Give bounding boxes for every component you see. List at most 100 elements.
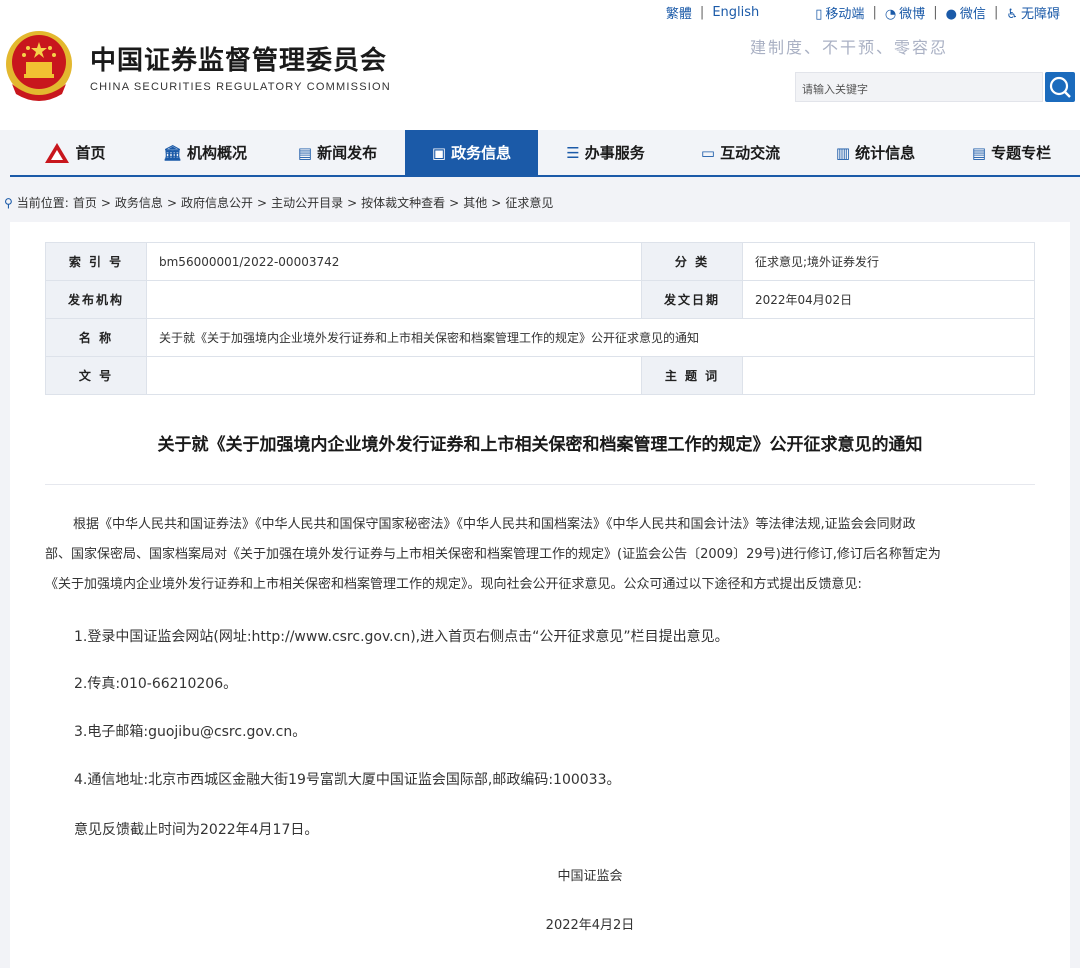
meta-label: 索 引 号 bbox=[45, 242, 147, 281]
nav-label: 政务信息 bbox=[451, 144, 512, 162]
nav-gov-info[interactable]: ▣ 政务信息 bbox=[405, 130, 538, 175]
english-link[interactable]: English bbox=[712, 5, 759, 20]
feedback-item: 1.登录中国证监会网站(网址:http://www.csrc.gov.cn),进… bbox=[74, 629, 729, 645]
meta-value: 征求意见;境外证券发行 bbox=[742, 242, 1035, 281]
news-icon: ▤ bbox=[297, 143, 313, 162]
meta-label: 名 称 bbox=[45, 318, 147, 357]
intro-line: 《关于加强境内企业境外发行证券和上市相关保密和档案管理工作的规定》。现向社会公开… bbox=[45, 577, 862, 592]
mobile-link[interactable]: ▯ 移动端 bbox=[815, 3, 864, 22]
nav-topics[interactable]: ▤ 专题专栏 bbox=[943, 130, 1080, 175]
accessibility-icon: ♿ bbox=[1006, 7, 1018, 22]
weibo-label: 微博 bbox=[899, 7, 926, 22]
nav-label: 专题专栏 bbox=[991, 144, 1052, 162]
meta-label: 发文日期 bbox=[641, 280, 743, 319]
meta-label: 发布机构 bbox=[45, 280, 147, 319]
meta-value: bm56000001/2022-00003742 bbox=[146, 242, 642, 281]
feedback-item: 3.电子邮箱:guojibu@csrc.gov.cn。 bbox=[74, 724, 307, 740]
breadcrumb-link[interactable]: 政府信息公开 bbox=[181, 194, 253, 211]
service-icon: ☰ bbox=[566, 143, 580, 162]
breadcrumb-link[interactable]: 按体裁文种查看 bbox=[361, 194, 445, 211]
meta-label: 分 类 bbox=[641, 242, 743, 281]
separator: | bbox=[872, 5, 877, 20]
intro-line: 根据《中华人民共和国证券法》《中华人民共和国保守国家秘密法》《中华人民共和国档案… bbox=[73, 517, 916, 532]
breadcrumb-link[interactable]: 政务信息 bbox=[115, 194, 163, 211]
bar-chart-icon: ▥ bbox=[835, 143, 851, 162]
table-row: 文 号 主 题 词 bbox=[45, 356, 1035, 395]
nav-label: 统计信息 bbox=[855, 144, 916, 162]
separator: | bbox=[933, 5, 938, 20]
site-subtitle: CHINA SECURITIES REGULATORY COMMISSION bbox=[90, 81, 391, 93]
table-row: 索 引 号 bm56000001/2022-00003742 分 类 征求意见;… bbox=[45, 242, 1035, 281]
nav-statistics[interactable]: ▥ 统计信息 bbox=[808, 130, 943, 175]
site-header: 中国证券监督管理委员会 CHINA SECURITIES REGULATORY … bbox=[0, 0, 1080, 130]
breadcrumb: ⚲ 当前位置: 首页 > 政务信息 > 政府信息公开 > 主动公开目录 > 按体裁文种查… bbox=[4, 194, 553, 211]
weibo-icon: ◔ bbox=[884, 7, 897, 22]
breadcrumb-sep: > bbox=[449, 195, 460, 210]
weibo-link[interactable]: ◔ 微博 bbox=[885, 3, 925, 22]
content-panel: 索 引 号 bm56000001/2022-00003742 分 类 征求意见;… bbox=[10, 222, 1070, 968]
mobile-icon: ▯ bbox=[815, 7, 823, 22]
article-intro: 根据《中华人民共和国证券法》《中华人民共和国保守国家秘密法》《中华人民共和国档案… bbox=[45, 510, 1035, 600]
csrc-logo-icon bbox=[45, 142, 70, 163]
mobile-label: 移动端 bbox=[825, 7, 865, 22]
search-button[interactable] bbox=[1045, 72, 1075, 102]
breadcrumb-sep: > bbox=[166, 195, 177, 210]
breadcrumb-link[interactable]: 主动公开目录 bbox=[271, 194, 343, 211]
accessibility-link[interactable]: ♿ 无障碍 bbox=[1006, 3, 1060, 22]
meta-value: 2022年04月02日 bbox=[742, 280, 1035, 319]
feedback-item: 2.传真:010-66210206。 bbox=[74, 676, 238, 692]
separator: | bbox=[993, 5, 999, 20]
table-row: 名 称 关于就《关于加强境内企业境外发行证券和上市相关保密和档案管理工作的规定》… bbox=[45, 318, 1035, 357]
breadcrumb-sep: > bbox=[257, 195, 268, 210]
nav-org[interactable]: 🏛 机构概况 bbox=[140, 130, 270, 175]
breadcrumb-sep: > bbox=[347, 195, 358, 210]
signature-date: 2022年4月2日 bbox=[545, 918, 635, 933]
deadline-text: 意见反馈截止时间为2022年4月17日。 bbox=[74, 822, 319, 838]
slogan: 建制度、不干预、零容忍 bbox=[750, 38, 949, 57]
wechat-icon: ● bbox=[945, 7, 957, 22]
search-icon bbox=[1049, 76, 1071, 98]
national-emblem-icon bbox=[6, 31, 72, 101]
nav-label: 新闻发布 bbox=[317, 144, 378, 162]
feedback-item: 4.通信地址:北京市西城区金融大街19号富凯大厦中国证监会国际部,邮政编码:10… bbox=[74, 772, 621, 788]
site-title: 中国证券监督管理委员会 bbox=[90, 46, 388, 76]
traditional-link[interactable]: 繁體 bbox=[666, 3, 692, 22]
meta-label: 文 号 bbox=[45, 356, 147, 395]
nav-label: 机构概况 bbox=[187, 144, 248, 162]
intro-line: 部、国家保密局、国家档案局对《关于加强在境外发行证券与上市相关保密和档案管理工作… bbox=[45, 547, 941, 562]
nav-home[interactable]: 首页 bbox=[10, 130, 140, 175]
breadcrumb-link[interactable]: 征求意见 bbox=[505, 194, 553, 211]
meta-label: 主 题 词 bbox=[641, 356, 743, 395]
breadcrumb-link[interactable]: 首页 bbox=[73, 194, 97, 211]
nav-news[interactable]: ▤ 新闻发布 bbox=[270, 130, 405, 175]
table-row: 发布机构 发文日期 2022年04月02日 bbox=[45, 280, 1035, 319]
column-icon: ▤ bbox=[971, 143, 987, 162]
main-nav: 首页 🏛 机构概况 ▤ 新闻发布 ▣ 政务信息 ☰ 办事服务 ▭ 互动交流 ▥ … bbox=[10, 130, 1080, 177]
location-pin-icon: ⚲ bbox=[4, 195, 13, 210]
breadcrumb-prefix: 当前位置: bbox=[16, 196, 69, 210]
meta-value bbox=[146, 356, 642, 395]
top-links: 繁體 | English ▯ 移动端 | ◔ 微博 | ● 微信 | ♿ 无障碍 bbox=[666, 3, 1060, 22]
breadcrumb-sep: > bbox=[491, 195, 502, 210]
document-metadata-table: 索 引 号 bm56000001/2022-00003742 分 类 征求意见;… bbox=[45, 242, 1035, 395]
chat-icon: ▭ bbox=[700, 143, 716, 162]
wechat-link[interactable]: ● 微信 bbox=[946, 3, 986, 22]
search-input[interactable]: 请输入关键字 bbox=[795, 72, 1043, 102]
meta-value bbox=[742, 356, 1035, 395]
meta-value bbox=[146, 280, 642, 319]
signature: 中国证监会 bbox=[557, 869, 623, 884]
building-icon: 🏛 bbox=[162, 143, 183, 162]
nav-services[interactable]: ☰ 办事服务 bbox=[538, 130, 673, 175]
breadcrumb-link[interactable]: 其他 bbox=[463, 194, 487, 211]
meta-value: 关于就《关于加强境内企业境外发行证券和上市相关保密和档案管理工作的规定》公开征求… bbox=[146, 318, 1035, 357]
nav-interaction[interactable]: ▭ 互动交流 bbox=[673, 130, 808, 175]
separator: | bbox=[699, 5, 705, 20]
wechat-label: 微信 bbox=[959, 7, 986, 22]
nav-label: 办事服务 bbox=[584, 144, 645, 162]
article-title: 关于就《关于加强境内企业境外发行证券和上市相关保密和档案管理工作的规定》公开征求… bbox=[157, 435, 923, 455]
monitor-icon: ▣ bbox=[431, 143, 447, 162]
divider bbox=[45, 484, 1035, 485]
nav-label: 首页 bbox=[75, 144, 106, 162]
nav-label: 互动交流 bbox=[720, 144, 781, 162]
accessibility-label: 无障碍 bbox=[1020, 7, 1060, 22]
